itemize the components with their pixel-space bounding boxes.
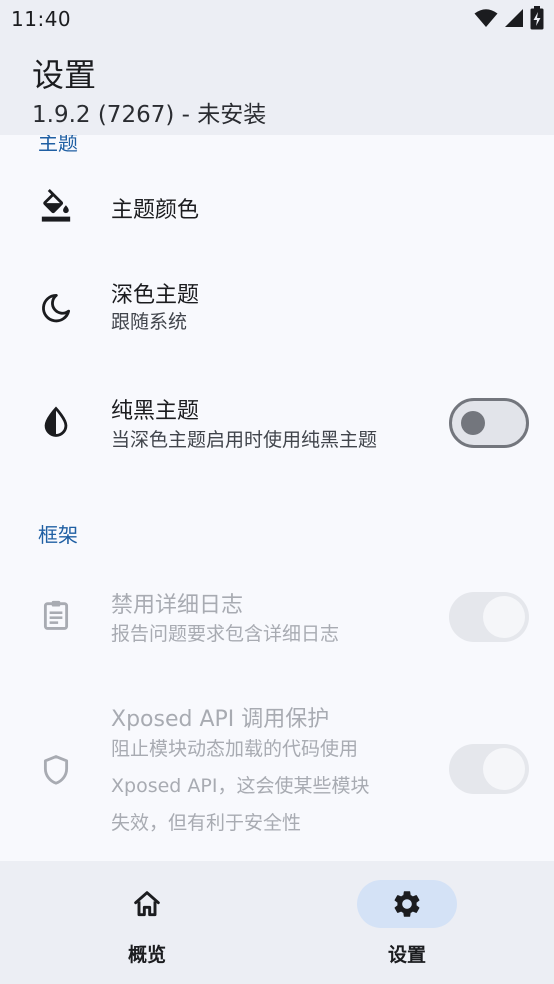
section-header-theme: 主题 xyxy=(38,135,78,155)
battery-charging-icon xyxy=(530,6,544,30)
pref-xposed-api-protection: Xposed API 调用保护 阻止模块动态加载的代码使用 Xposed API… xyxy=(0,695,554,845)
home-icon xyxy=(130,887,164,921)
settings-gear-icon xyxy=(390,887,424,921)
nav-label: 设置 xyxy=(387,944,426,966)
signal-icon xyxy=(505,9,523,27)
pref-title: Xposed API 调用保护 xyxy=(111,707,330,732)
pref-summary-line: 失效，但有利于安全性 xyxy=(111,812,302,834)
nav-label: 概览 xyxy=(127,944,166,966)
switch-knob xyxy=(483,596,525,638)
settings-list[interactable]: 主题 主题颜色 深色主题 跟随系统 纯黑主题 当深色主题启用时使用纯黑主题 框架… xyxy=(0,135,554,861)
nav-item-overview[interactable]: 概览 xyxy=(97,861,197,984)
format-color-fill-icon xyxy=(39,189,73,223)
pref-disable-verbose-log: 禁用详细日志 报告问题要求包含详细日志 xyxy=(0,567,554,667)
pref-summary-line: 阻止模块动态加载的代码使用 xyxy=(111,738,359,760)
pref-summary: 当深色主题启用时使用纯黑主题 xyxy=(111,429,378,451)
pref-summary: 跟随系统 xyxy=(111,311,188,333)
pref-summary: 报告问题要求包含详细日志 xyxy=(111,623,340,645)
verbose-log-switch xyxy=(449,592,529,642)
bottom-navigation: 概览 设置 xyxy=(0,861,554,984)
xposed-api-protection-switch xyxy=(449,744,529,794)
wifi-icon xyxy=(474,9,498,27)
status-bar: 11:40 xyxy=(0,0,554,36)
app-bar: 设置 1.9.2 (7267) - 未安装 xyxy=(0,36,554,135)
pref-title: 深色主题 xyxy=(111,283,200,308)
pref-summary-line: Xposed API，这会使某些模块 xyxy=(111,775,370,797)
pref-title: 纯黑主题 xyxy=(111,399,200,424)
pref-title: 禁用详细日志 xyxy=(111,593,244,618)
page-title: 设置 xyxy=(32,56,97,94)
status-icons xyxy=(474,6,544,30)
dark-mode-moon-icon xyxy=(39,291,73,325)
pref-dark-theme[interactable]: 深色主题 跟随系统 xyxy=(0,255,554,355)
switch-knob xyxy=(461,411,485,435)
status-time: 11:40 xyxy=(11,7,72,31)
switch-knob xyxy=(483,748,525,790)
contrast-drop-icon xyxy=(39,405,73,439)
pref-black-theme[interactable]: 纯黑主题 当深色主题启用时使用纯黑主题 xyxy=(0,373,554,473)
pref-theme-color[interactable]: 主题颜色 xyxy=(0,167,554,247)
shield-icon xyxy=(39,753,73,787)
pref-title: 主题颜色 xyxy=(111,198,200,223)
version-subtitle: 1.9.2 (7267) - 未安装 xyxy=(32,102,267,128)
nav-item-settings[interactable]: 设置 xyxy=(357,861,457,984)
black-theme-switch[interactable] xyxy=(449,398,529,448)
assignment-log-icon xyxy=(39,598,73,632)
section-header-framework: 框架 xyxy=(38,523,78,547)
